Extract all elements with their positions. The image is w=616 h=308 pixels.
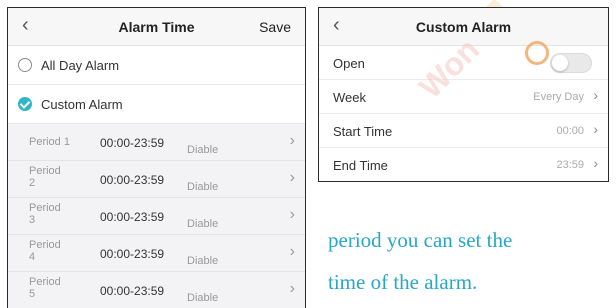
row-label: End Time xyxy=(333,158,388,173)
row-label: Week xyxy=(333,90,366,105)
period-row[interactable]: Period 3 00:00-23:59 Diable › xyxy=(8,198,305,235)
row-value: Every Day xyxy=(533,91,584,103)
period-time: 00:00-23:59 xyxy=(100,284,165,298)
radio-checked-icon[interactable] xyxy=(18,97,32,111)
open-toggle[interactable] xyxy=(550,53,592,73)
period-state: Diable xyxy=(187,218,219,230)
row-value: 00:00 xyxy=(556,125,584,137)
chevron-right-icon[interactable]: › xyxy=(593,156,598,170)
row-end-time[interactable]: End Time 23:59 › xyxy=(319,148,608,181)
row-label: Start Time xyxy=(333,124,393,139)
period-name: Period 1 xyxy=(29,136,70,148)
period-row[interactable]: Period 4 00:00-23:59 Diable › xyxy=(8,235,305,272)
period-name: Period 5 xyxy=(29,276,61,300)
period-time: 00:00-23:59 xyxy=(100,247,165,261)
option-custom-alarm[interactable]: Custom Alarm xyxy=(8,85,305,124)
option-all-day-alarm[interactable]: All Day Alarm xyxy=(8,46,305,85)
option-label: Custom Alarm xyxy=(41,97,123,112)
period-state: Diable xyxy=(187,255,219,267)
period-time: 00:00-23:59 xyxy=(100,173,165,187)
chevron-right-icon[interactable]: › xyxy=(290,170,295,186)
doc-text-line-2: time of the alarm. xyxy=(328,270,478,294)
doc-text-line-1: period you can set the xyxy=(328,228,513,252)
page-title: Custom Alarm xyxy=(415,19,512,35)
period-time: 00:00-23:59 xyxy=(100,210,165,224)
period-name: Period 3 xyxy=(29,202,61,226)
save-button[interactable]: Save xyxy=(259,19,291,35)
chevron-right-icon[interactable]: › xyxy=(290,281,295,297)
chevron-right-icon[interactable]: › xyxy=(290,133,295,149)
chevron-right-icon[interactable]: › xyxy=(593,88,598,102)
option-label: All Day Alarm xyxy=(41,58,120,73)
chevron-right-icon[interactable]: › xyxy=(593,122,598,136)
radio-unchecked-icon[interactable] xyxy=(18,58,32,72)
row-label: Open xyxy=(333,56,365,71)
watermark-seal-icon xyxy=(525,41,549,65)
period-state: Diable xyxy=(187,292,219,304)
period-state: Diable xyxy=(187,181,219,193)
chevron-right-icon[interactable]: › xyxy=(290,244,295,260)
period-row[interactable]: Period 1 00:00-23:59 Diable › xyxy=(8,124,305,161)
period-state: Diable xyxy=(187,144,219,156)
period-time: 00:00-23:59 xyxy=(100,136,165,150)
header-bar: ‹ Alarm Time Save xyxy=(8,8,305,46)
alarm-time-screen: ‹ Alarm Time Save All Day Alarm Custom A… xyxy=(7,7,306,308)
chevron-right-icon[interactable]: › xyxy=(290,207,295,223)
row-week[interactable]: Week Every Day › xyxy=(319,80,608,114)
period-name: Period 4 xyxy=(29,239,61,263)
period-row[interactable]: Period 5 00:00-23:59 Diable › xyxy=(8,272,305,308)
row-value: 23:59 xyxy=(556,159,584,171)
period-row[interactable]: Period 2 00:00-23:59 Diable › xyxy=(8,161,305,198)
period-name: Period 2 xyxy=(29,165,61,189)
row-start-time[interactable]: Start Time 00:00 › xyxy=(319,114,608,148)
